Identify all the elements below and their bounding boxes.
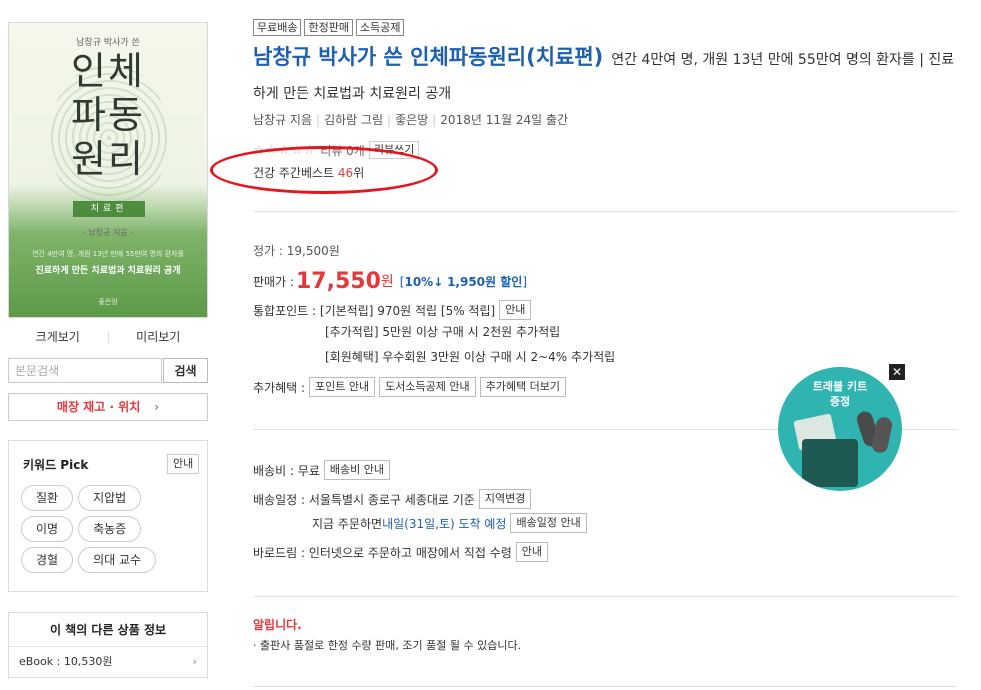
bag-illustration xyxy=(802,439,858,487)
cover-links: 크게보기 미리보기 xyxy=(8,328,208,346)
badge-free-shipping: 무료배송 xyxy=(253,19,302,36)
discount-amount: 1,950원 할인 xyxy=(447,274,523,289)
sale-price-value: 17,550 xyxy=(295,268,381,294)
author-link[interactable]: 남창규 지음 xyxy=(253,113,312,127)
divider xyxy=(253,686,958,687)
schedule-guide-button[interactable]: 배송일정 안내 xyxy=(510,513,587,533)
bestseller-label: 건강 주간베스트 xyxy=(253,166,338,180)
shipping-schedule-row: 배송일정 : 서울특별시 종로구 세종대로 기준 지역변경 xyxy=(253,488,532,510)
byline: 남창규 지음 | 김하람 그림 | 좋은땅 | 2018년 11월 24일 출간 xyxy=(253,113,569,127)
close-icon[interactable]: ✕ xyxy=(889,364,905,380)
keyword-tag[interactable]: 경혈 xyxy=(21,547,74,573)
cover-subtext: - 남창규 지음 - xyxy=(82,228,134,237)
barodrim-text: 바로드림 : 인터넷으로 주문하고 매장에서 직접 수령 xyxy=(253,545,512,560)
chevron-right-icon: › xyxy=(154,400,160,414)
text-search-button[interactable]: 검색 xyxy=(163,358,208,383)
divider xyxy=(253,596,958,597)
cover-title-line: 원리 xyxy=(71,137,145,181)
points-basic: [기본적립] 970원 적립 [5% 적립] xyxy=(319,303,496,318)
bestseller-rank-number: 46 xyxy=(337,166,354,180)
point-guide-button[interactable]: 포인트 안내 xyxy=(309,377,376,397)
points-guide-button[interactable]: 안내 xyxy=(499,300,532,320)
promo-line: 트래블 키트 xyxy=(812,380,868,393)
publisher-link[interactable]: 좋은땅 xyxy=(395,113,428,127)
book-tax-guide-button[interactable]: 도서소득공제 안내 xyxy=(379,377,476,397)
rating-row: ☆☆☆☆☆ 리뷰 0개 리뷰쓰기 xyxy=(253,141,420,159)
keyword-tags: 질환 지압법 이명 축농증 경혈 의대 교수 xyxy=(21,485,205,578)
discount-info: [10%↓ 1,950원 할인] xyxy=(400,273,527,290)
product-badges: 무료배송 한정판매 소득공제 xyxy=(253,19,407,36)
text-search-input[interactable] xyxy=(8,358,162,383)
cover-title-line: 인체 xyxy=(71,49,145,93)
shipping-fee-row: 배송비 : 무료 배송비 안내 xyxy=(253,459,390,481)
keyword-tag[interactable]: 이명 xyxy=(21,516,74,542)
discount-close: ] xyxy=(522,274,528,289)
divider xyxy=(253,211,958,212)
bestseller-rank[interactable]: 건강 주간베스트 46위 xyxy=(253,164,364,181)
sale-price-currency: 원 xyxy=(380,274,394,290)
delivery-eta-row: 지금 주문하면 내일(31일,토) 도착 예정 배송일정 안내 xyxy=(312,512,587,534)
promo-line: 증정 xyxy=(829,395,851,408)
cover-author-text: 남창규 박사가 쓴 xyxy=(76,38,140,48)
illustrator-link[interactable]: 김하람 그림 xyxy=(324,113,383,127)
list-price: 정가 : 19,500원 xyxy=(253,244,340,258)
cover-blurb: 연간 4만여 명, 개원 13년 만에 55만여 명의 환자를 xyxy=(32,250,184,258)
barodrim-guide-button[interactable]: 안내 xyxy=(515,542,549,562)
review-count[interactable]: 리뷰 0개 xyxy=(320,142,365,159)
keyword-tag[interactable]: 지압법 xyxy=(78,485,142,511)
badge-tax-deduction: 소득공제 xyxy=(355,19,405,36)
barodrim-row: 바로드림 : 인터넷으로 주문하고 매장에서 직접 수령 안내 xyxy=(253,541,549,563)
chevron-right-icon: › xyxy=(192,655,197,668)
bestseller-suffix: 위 xyxy=(353,166,365,180)
ebook-price: eBook : 10,530원 xyxy=(19,655,113,668)
other-products-title: 이 책의 다른 상품 정보 xyxy=(9,613,207,647)
keyword-tag[interactable]: 질환 xyxy=(21,485,74,511)
keyword-pick-box: 키워드 Pick 안내 질환 지압법 이명 축농증 경혈 의대 교수 xyxy=(8,440,208,592)
points-label: 통합포인트 : xyxy=(253,303,317,318)
cover-title: 인체 파동 원리 xyxy=(9,49,207,181)
benefits-row: 추가혜택 : 포인트 안내 도서소득공제 안내 추가혜택 더보기 xyxy=(253,376,566,398)
keyword-tag[interactable]: 축농증 xyxy=(78,516,142,542)
notice-text: · 출판사 품절로 한정 수량 판매, 조기 품절 될 수 있습니다. xyxy=(253,639,522,652)
cover-title-line: 파동 xyxy=(71,93,145,137)
sale-price-label: 판매가 : xyxy=(253,274,294,289)
other-products-box: 이 책의 다른 상품 정보 eBook : 10,530원 › xyxy=(8,612,208,678)
keyword-pick-title: 키워드 Pick xyxy=(23,458,89,472)
shipping-fee: 배송비 : 무료 xyxy=(253,463,320,478)
badge-limited: 한정판매 xyxy=(304,19,353,36)
book-cover-image[interactable]: 남창규 박사가 쓴 인체 파동 원리 치료편 - 남창규 지음 - 연간 4만여… xyxy=(8,22,208,318)
points-row: 통합포인트 : [기본적립] 970원 적립 [5% 적립] 안내 xyxy=(253,299,532,321)
star-rating-icon: ☆☆☆☆☆ xyxy=(253,142,317,158)
store-stock-button[interactable]: 매장 재고 · 위치 › xyxy=(8,393,208,421)
promo-text: 트래블 키트 증정 xyxy=(778,379,902,409)
keyword-guide-button[interactable]: 안내 xyxy=(167,454,200,474)
benefits-label: 추가혜택 : xyxy=(253,380,306,395)
zoom-link[interactable]: 크게보기 xyxy=(8,328,108,346)
shipping-fee-guide-button[interactable]: 배송비 안내 xyxy=(323,460,390,480)
publish-date: 2018년 11월 24일 출간 xyxy=(440,113,569,127)
product-title-block: 남창규 박사가 쓴 인체파동원리(치료편) 연간 4만여 명, 개원 13년 만에… xyxy=(253,40,958,111)
cover-blurb-bold: 진료하게 만든 치료법과 치료원리 공개 xyxy=(35,266,181,276)
ebook-link[interactable]: eBook : 10,530원 › xyxy=(9,647,207,677)
product-title: 남창규 박사가 쓴 인체파동원리(치료편) xyxy=(253,45,604,69)
delivery-eta: 내일(31일,토) 도착 예정 xyxy=(382,516,507,531)
preview-link[interactable]: 미리보기 xyxy=(109,328,209,346)
store-stock-label: 매장 재고 · 위치 xyxy=(56,400,141,414)
travel-kit-promo-banner[interactable]: 트래블 키트 증정 xyxy=(778,367,902,491)
notice-title: 알립니다. xyxy=(253,618,302,632)
keyword-tag[interactable]: 의대 교수 xyxy=(78,547,157,573)
cover-publisher-logo: 좋은땅 xyxy=(98,298,118,306)
discount-rate: 10%↓ xyxy=(404,274,444,289)
more-benefits-button[interactable]: 추가혜택 더보기 xyxy=(479,377,566,397)
region-change-button[interactable]: 지역변경 xyxy=(478,489,532,509)
write-review-button[interactable]: 리뷰쓰기 xyxy=(368,141,420,159)
order-now-text: 지금 주문하면 xyxy=(312,516,383,531)
points-extra: [추가적립] 5만원 이상 구매 시 2천원 추가적립 xyxy=(325,325,561,339)
cover-badge: 치료편 xyxy=(73,201,145,217)
shipping-schedule: 배송일정 : 서울특별시 종로구 세종대로 기준 xyxy=(253,492,475,507)
sale-price-row: 판매가 : 17,550 원 [10%↓ 1,950원 할인] xyxy=(253,266,527,296)
points-member: [회원혜택] 우수회원 3만원 이상 구매 시 2~4% 추가적립 xyxy=(325,350,616,364)
